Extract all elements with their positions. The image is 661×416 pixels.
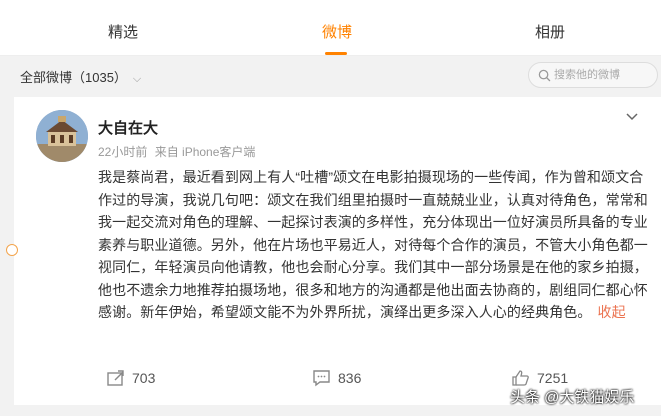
avatar[interactable] xyxy=(36,110,88,162)
weibo-post-card: 大自在大 22小时前 来自 iPhone客户端 我是蔡尚君，最近看到网上有人“吐… xyxy=(6,97,661,405)
chevron-down-icon: ⌵ xyxy=(132,73,142,85)
all-weibo-dropdown[interactable]: 全部微博（1035） ⌵ xyxy=(20,67,141,86)
thumbs-up-icon xyxy=(512,370,529,386)
post-source: 来自 iPhone客户端 xyxy=(154,145,256,159)
share-icon xyxy=(107,370,124,386)
post-text: 我是蔡尚君，最近看到网上有人“吐槽”颂文在电影拍摄现场的一些传闻，作为曾和颂文合… xyxy=(98,166,650,324)
tab-weibo[interactable]: 微博 xyxy=(287,0,387,56)
avatar-image xyxy=(36,110,88,162)
profile-tabs: 精选 微博 相册 xyxy=(0,0,661,56)
like-count: 7251 xyxy=(537,370,569,386)
search-box[interactable] xyxy=(528,62,658,88)
watermark: 头条 @大铁猫娱乐 xyxy=(510,389,635,406)
side-marker xyxy=(6,244,18,256)
chevron-down-icon[interactable] xyxy=(624,111,640,123)
tab-album[interactable]: 相册 xyxy=(500,0,600,56)
search-icon xyxy=(538,69,551,82)
post-body: 我是蔡尚君，最近看到网上有人“吐槽”颂文在电影拍摄现场的一些传闻，作为曾和颂文合… xyxy=(98,169,648,320)
comment-count: 836 xyxy=(338,370,362,386)
share-count: 703 xyxy=(132,370,156,386)
post-time[interactable]: 22小时前 xyxy=(98,145,147,159)
collapse-link[interactable]: 收起 xyxy=(598,304,626,320)
author-name[interactable]: 大自在大 xyxy=(98,117,158,138)
tab-featured[interactable]: 精选 xyxy=(73,0,173,56)
post-meta: 22小时前 来自 iPhone客户端 xyxy=(98,143,259,160)
comment-icon xyxy=(313,370,330,387)
filter-bar: 全部微博（1035） ⌵ xyxy=(0,56,661,94)
active-tab-indicator xyxy=(325,52,347,55)
all-weibo-label: 全部微博（1035） xyxy=(20,70,127,85)
search-input[interactable] xyxy=(554,66,654,84)
